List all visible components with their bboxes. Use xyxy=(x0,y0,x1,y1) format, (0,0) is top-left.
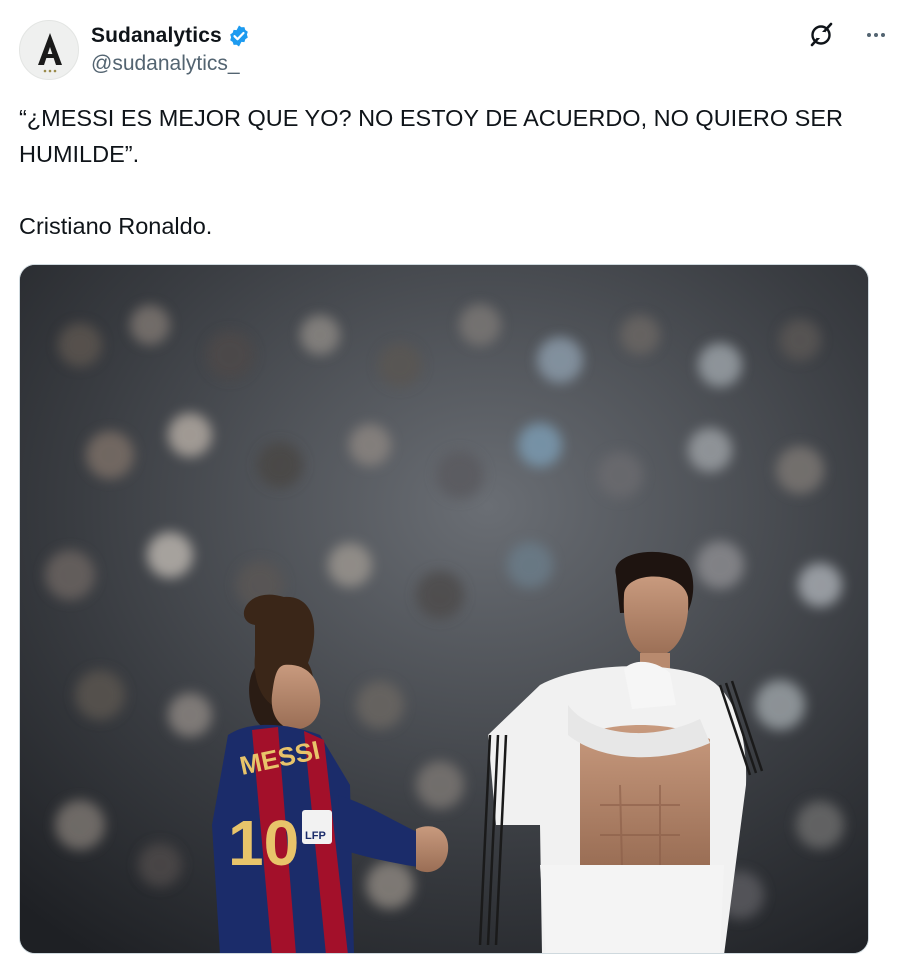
grok-icon xyxy=(810,22,833,47)
sudanalytics-logo-icon xyxy=(38,33,62,73)
more-options-button[interactable] xyxy=(861,22,891,48)
more-dots-icon xyxy=(867,33,871,37)
avatar[interactable] xyxy=(19,20,79,80)
grok-button[interactable] xyxy=(806,20,836,50)
display-name[interactable]: Sudanalytics xyxy=(91,24,222,48)
tweet-card: Sudanalytics @sudanalytics_ “¿MESSI ES M… xyxy=(0,0,911,954)
more-dot xyxy=(874,33,878,37)
shirt-number-text: 10 xyxy=(228,807,299,879)
more-dot xyxy=(881,33,885,37)
lfp-badge-text: LFP xyxy=(305,830,326,842)
photo-messi-ronaldo: MESSI 10 LFP xyxy=(20,265,868,953)
tweet-header: Sudanalytics @sudanalytics_ xyxy=(19,20,891,82)
tweet-text: “¿MESSI ES MEJOR QUE YO? NO ESTOY DE ACU… xyxy=(19,100,879,244)
author-names: Sudanalytics @sudanalytics_ xyxy=(91,22,251,76)
verified-badge-icon xyxy=(229,25,248,47)
tweet-photo[interactable]: MESSI 10 LFP xyxy=(19,264,869,954)
tweet-quote: “¿MESSI ES MEJOR QUE YO? NO ESTOY DE ACU… xyxy=(19,105,843,167)
tweet-attribution: Cristiano Ronaldo. xyxy=(19,213,213,239)
handle[interactable]: @sudanalytics_ xyxy=(91,52,251,76)
